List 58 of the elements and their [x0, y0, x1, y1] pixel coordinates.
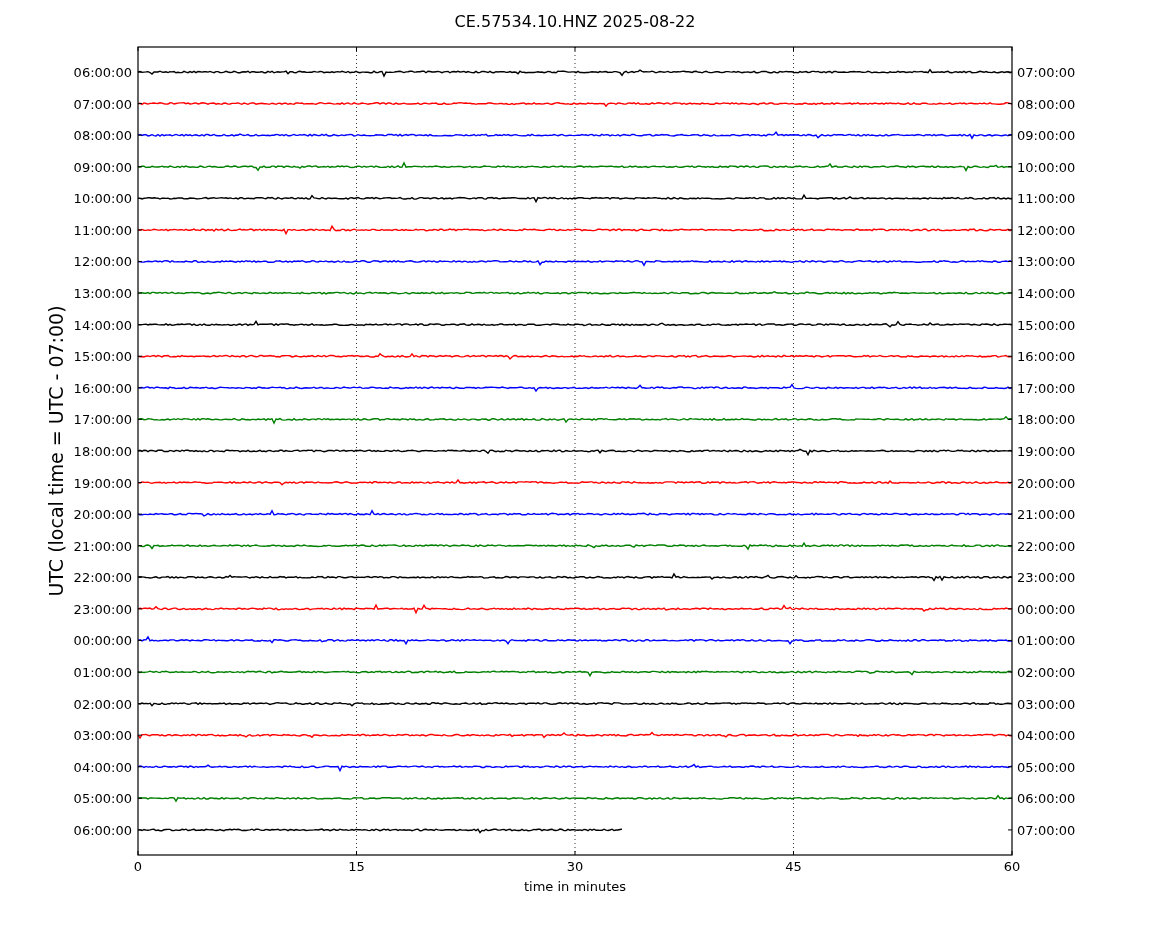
left-time-label: 11:00:00 [73, 222, 132, 238]
left-time-label: 13:00:00 [73, 286, 132, 302]
left-time-label: 10:00:00 [73, 191, 132, 207]
right-time-label: 20:00:00 [1017, 475, 1076, 491]
right-time-label: 10:00:00 [1017, 159, 1076, 175]
x-tick-label: 45 [785, 859, 802, 874]
left-time-label: 21:00:00 [73, 538, 132, 554]
x-tick-label: 15 [348, 859, 365, 874]
chart-title: CE.57534.10.HNZ 2025-08-22 [454, 12, 696, 31]
right-time-label: 00:00:00 [1017, 601, 1076, 617]
right-time-label: 06:00:00 [1017, 791, 1076, 807]
right-time-label: 22:00:00 [1017, 538, 1076, 554]
left-time-label: 08:00:00 [73, 128, 132, 144]
left-time-label: 06:00:00 [73, 65, 132, 80]
right-time-label: 16:00:00 [1017, 349, 1076, 365]
right-time-label: 01:00:00 [1017, 633, 1076, 649]
left-time-label: 06:00:00 [73, 822, 132, 838]
left-time-label: 20:00:00 [73, 507, 132, 523]
x-tick-label: 30 [566, 859, 584, 874]
left-time-label: 07:00:00 [73, 96, 132, 112]
left-time-label: 03:00:00 [73, 728, 132, 744]
left-time-label: 02:00:00 [73, 696, 132, 712]
left-time-label: 18:00:00 [73, 443, 132, 459]
left-time-label: 19:00:00 [73, 475, 132, 491]
left-time-label: 17:00:00 [73, 412, 132, 428]
left-time-label: 16:00:00 [73, 380, 132, 396]
right-time-label: 19:00:00 [1017, 443, 1076, 459]
right-time-label: 05:00:00 [1017, 759, 1076, 775]
y-axis-label: UTC (local time = UTC - 07:00) [45, 305, 67, 597]
left-time-label: 14:00:00 [73, 317, 132, 333]
right-time-label: 07:00:00 [1017, 822, 1076, 838]
right-time-label: 13:00:00 [1017, 254, 1076, 270]
right-time-label: 21:00:00 [1017, 507, 1076, 523]
left-time-label: 12:00:00 [73, 254, 132, 270]
right-time-label: 23:00:00 [1017, 570, 1076, 586]
right-time-label: 12:00:00 [1017, 222, 1076, 238]
left-time-label: 15:00:00 [73, 349, 132, 365]
left-time-label: 01:00:00 [73, 665, 132, 680]
right-time-label: 09:00:00 [1017, 128, 1076, 144]
right-time-label: 04:00:00 [1017, 728, 1076, 744]
right-time-label: 18:00:00 [1017, 412, 1076, 428]
left-time-label: 05:00:00 [73, 791, 132, 807]
right-time-label: 15:00:00 [1017, 317, 1076, 333]
right-time-label: 02:00:00 [1017, 665, 1076, 680]
right-time-label: 07:00:00 [1017, 65, 1076, 80]
x-tick-label: 60 [1003, 859, 1021, 874]
right-time-label: 03:00:00 [1017, 696, 1076, 712]
right-time-label: 14:00:00 [1017, 286, 1076, 302]
x-axis-label: time in minutes [523, 879, 627, 894]
left-time-label: 04:00:00 [73, 759, 132, 775]
left-time-label: 23:00:00 [73, 601, 132, 617]
x-tick-label: 0 [133, 859, 143, 874]
left-time-label: 00:00:00 [73, 633, 132, 649]
right-time-label: 11:00:00 [1017, 191, 1076, 207]
right-time-label: 08:00:00 [1017, 96, 1076, 112]
left-time-label: 09:00:00 [73, 159, 132, 175]
right-time-label: 17:00:00 [1017, 380, 1076, 396]
left-time-label: 22:00:00 [73, 570, 132, 586]
